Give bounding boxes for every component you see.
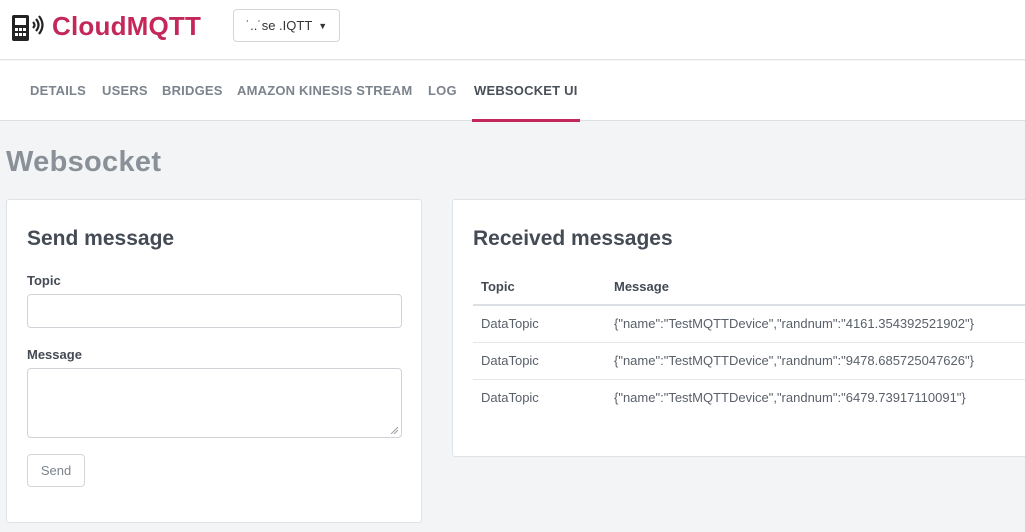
column-header-topic: Topic [473, 269, 606, 306]
top-bar: CloudMQTT ˙..˙se .IQTT ▼ [0, 0, 1025, 60]
row-topic: DataTopic [473, 305, 606, 343]
column-header-message: Message [606, 269, 1025, 306]
row-message: {"name":"TestMQTTDevice","randnum":"9478… [606, 342, 1025, 380]
row-topic: DataTopic [473, 342, 606, 380]
instance-selector-label: ˙..˙se .IQTT [245, 18, 313, 33]
tab-details[interactable]: DETAILS [30, 61, 86, 121]
table-row: DataTopic {"name":"TestMQTTDevice","rand… [473, 342, 1025, 380]
tab-amazon-kinesis-stream[interactable]: AMAZON KINESIS STREAM [237, 61, 412, 121]
resize-grip-icon[interactable] [390, 426, 398, 434]
send-message-title: Send message [27, 227, 175, 250]
mqtt-device-icon [12, 15, 44, 41]
table-header-row: Topic Message [473, 269, 1025, 306]
row-message: {"name":"TestMQTTDevice","randnum":"6479… [614, 390, 966, 406]
table-row: DataTopic {"name":"TestMQTTDevice","rand… [473, 379, 1025, 416]
topic-label: Topic [27, 273, 61, 288]
tab-websocket-ui[interactable]: WEBSOCKET UI [472, 61, 580, 122]
send-button[interactable]: Send [27, 454, 85, 487]
received-messages-title: Received messages [473, 227, 673, 250]
tab-users[interactable]: USERS [102, 61, 148, 121]
table-row: DataTopic {"name":"TestMQTTDevice","rand… [473, 305, 1025, 343]
topic-input[interactable] [27, 294, 402, 328]
brand-logo[interactable]: CloudMQTT [10, 8, 201, 44]
received-messages-card: Received messages Topic Message DataTopi… [452, 199, 1025, 457]
instance-selector[interactable]: ˙..˙se .IQTT ▼ [233, 9, 340, 42]
row-topic: DataTopic [481, 390, 539, 406]
message-label: Message [27, 347, 82, 362]
brand-name: CloudMQTT [52, 10, 202, 41]
send-message-card: Send message Topic Message Send [6, 199, 422, 523]
caret-down-icon: ▼ [318, 20, 328, 31]
message-textarea[interactable] [27, 368, 402, 438]
tab-bar: DETAILS USERS BRIDGES AMAZON KINESIS STR… [0, 61, 1025, 122]
received-messages-table: Topic Message DataTopic {"name":"TestMQT… [473, 269, 1025, 416]
page-title: Websocket [6, 146, 162, 178]
row-message: {"name":"TestMQTTDevice","randnum":"4161… [606, 305, 1025, 343]
tab-log[interactable]: LOG [428, 61, 457, 121]
tab-bridges[interactable]: BRIDGES [162, 61, 223, 121]
